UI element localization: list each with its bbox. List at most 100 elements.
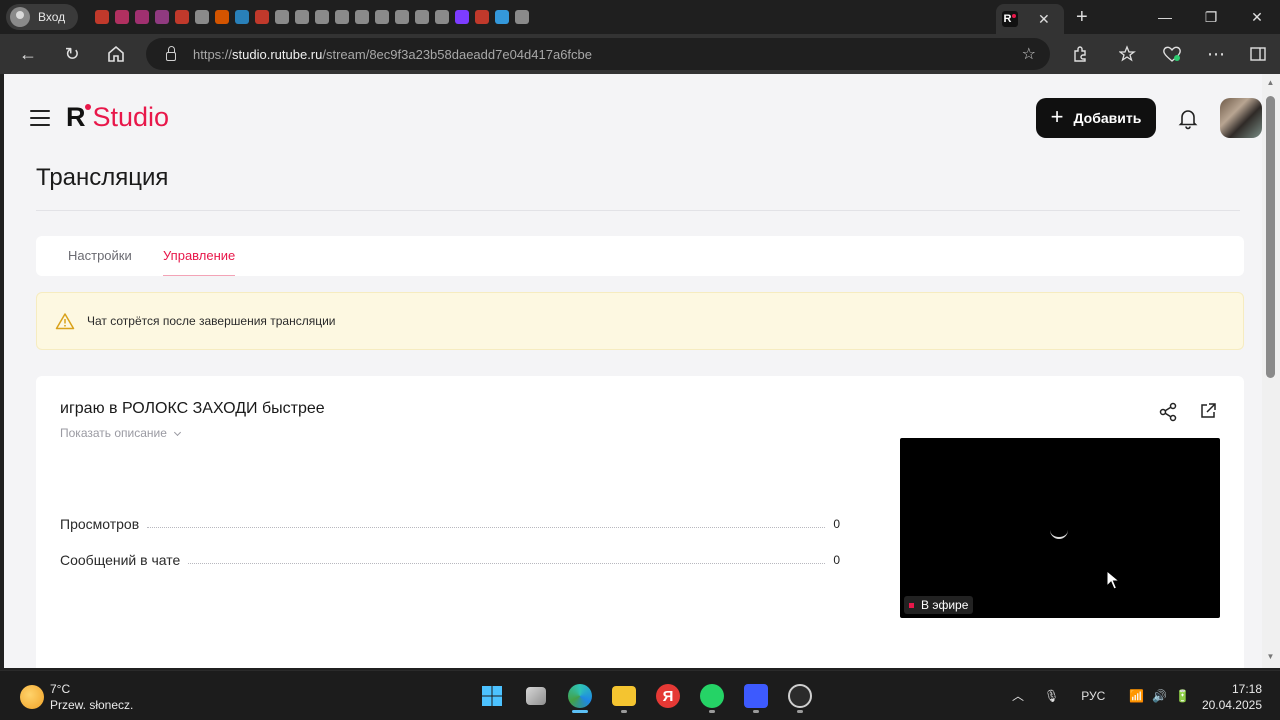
taskbar-roblox[interactable]: [734, 679, 778, 713]
browser-tab-14[interactable]: [352, 0, 371, 34]
tab-favicon-icon: [494, 10, 509, 24]
taskbar-obs[interactable]: [778, 679, 822, 713]
browser-tab-4[interactable]: [152, 0, 171, 34]
hamburger-menu-icon[interactable]: [30, 110, 50, 126]
scrollbar-thumb[interactable]: [1266, 96, 1275, 378]
reload-icon[interactable]: ↻: [60, 42, 84, 66]
minimize-button[interactable]: —: [1142, 0, 1188, 34]
add-button-label: Добавить: [1073, 110, 1142, 126]
roblox-icon: [744, 684, 768, 708]
open-external-icon[interactable]: [1199, 402, 1217, 420]
active-browser-tab[interactable]: R ✕: [996, 4, 1064, 34]
folder-icon: [612, 686, 636, 706]
taskbar-whatsapp[interactable]: [690, 679, 734, 713]
alert-text: Чат сотрётся после завершения трансляции: [87, 314, 336, 328]
mouse-cursor-icon: [1106, 570, 1120, 590]
wifi-icon[interactable]: 📶: [1129, 689, 1144, 703]
browser-tab-5[interactable]: [172, 0, 191, 34]
tab-favicon-icon: [374, 10, 389, 24]
tab-close-icon[interactable]: ✕: [1038, 11, 1050, 28]
tab-favicon-icon: [114, 10, 129, 24]
home-icon[interactable]: [104, 42, 128, 66]
close-window-button[interactable]: ✕: [1234, 0, 1280, 34]
new-tab-button[interactable]: +: [1076, 6, 1088, 29]
add-button[interactable]: + Добавить: [1036, 98, 1156, 138]
more-menu-icon[interactable]: ⋯: [1204, 42, 1228, 66]
taskbar-file-explorer[interactable]: [602, 679, 646, 713]
windows-taskbar: 7°C Przew. słonecz. Я ︿ 🎙 РУС 📶 🔊 🔋 17:1…: [0, 670, 1280, 720]
scroll-up-arrow-icon[interactable]: ▲: [1266, 78, 1275, 87]
taskbar-edge[interactable]: [558, 679, 602, 713]
back-arrow-icon[interactable]: ←: [16, 42, 40, 66]
edge-icon: [568, 684, 592, 708]
windows-logo-icon: [482, 686, 502, 706]
language-indicator[interactable]: РУС: [1081, 689, 1105, 703]
browser-tab-17[interactable]: [412, 0, 431, 34]
volume-icon[interactable]: 🔊: [1152, 689, 1167, 703]
warning-icon: [55, 313, 75, 330]
taskbar-yandex-browser[interactable]: Я: [646, 679, 690, 713]
microphone-icon[interactable]: 🎙: [1044, 689, 1059, 703]
browser-tab-12[interactable]: [312, 0, 331, 34]
browser-tab-18[interactable]: [432, 0, 451, 34]
title-divider: [36, 210, 1240, 211]
address-bar[interactable]: https://studio.rutube.ru/stream/8ec9f3a2…: [146, 38, 1050, 70]
tab-favicon-icon: [134, 10, 149, 24]
extensions-icon[interactable]: [1068, 42, 1092, 66]
user-avatar[interactable]: [1220, 98, 1262, 138]
taskbar-clock[interactable]: 17:18 20.04.2025: [1198, 681, 1262, 713]
browser-tab-1[interactable]: [92, 0, 111, 34]
tab-favicon-icon: [474, 10, 489, 24]
favorites-icon[interactable]: [1116, 42, 1140, 66]
browser-tab-19[interactable]: [452, 0, 471, 34]
tab-favicon-icon: [274, 10, 289, 24]
browser-tab-9[interactable]: [252, 0, 271, 34]
share-icon[interactable]: [1158, 402, 1178, 422]
tab-settings[interactable]: Настройки: [68, 248, 132, 263]
tray-overflow-chevron-icon[interactable]: ︿: [1012, 687, 1024, 704]
task-view-button[interactable]: [514, 679, 558, 713]
browser-tab-2[interactable]: [112, 0, 131, 34]
tab-favicon-icon: [154, 10, 169, 24]
browser-tab-20[interactable]: [472, 0, 491, 34]
start-button[interactable]: [470, 679, 514, 713]
tab-management[interactable]: Управление: [163, 248, 236, 276]
scroll-down-arrow-icon[interactable]: ▼: [1266, 652, 1275, 661]
browser-tab-22[interactable]: [512, 0, 531, 34]
sidebar-toggle-icon[interactable]: [1246, 42, 1270, 66]
weather-widget[interactable]: 7°C Przew. słonecz.: [20, 681, 133, 713]
lock-icon[interactable]: [166, 45, 176, 61]
browser-tab-21[interactable]: [492, 0, 511, 34]
show-description-toggle[interactable]: Показать описание: [60, 426, 181, 440]
battery-icon[interactable]: 🔋: [1175, 689, 1190, 703]
tab-favicon-icon: [334, 10, 349, 24]
tab-favicon-icon: [194, 10, 209, 24]
profile-avatar-icon: [10, 7, 30, 27]
browser-tab-8[interactable]: [232, 0, 251, 34]
tab-favicon-icon: [174, 10, 189, 24]
tab-favicon-icon: [314, 10, 329, 24]
browser-tab-6[interactable]: [192, 0, 211, 34]
stream-preview-player[interactable]: В эфире: [900, 438, 1220, 618]
page-scrollbar[interactable]: ▲ ▼: [1262, 74, 1280, 668]
browser-tab-10[interactable]: [272, 0, 291, 34]
browser-tab-16[interactable]: [392, 0, 411, 34]
restore-button[interactable]: ❐: [1188, 0, 1234, 34]
weather-temp: 7°C: [50, 682, 71, 696]
rutube-studio-logo[interactable]: R Studio: [66, 102, 169, 133]
browser-tab-3[interactable]: [132, 0, 151, 34]
favorite-star-icon[interactable]: ☆: [1022, 44, 1036, 64]
live-badge: В эфире: [904, 596, 974, 614]
browser-profile-button[interactable]: Вход: [6, 4, 78, 30]
weather-desc: Przew. słonecz.: [50, 698, 134, 712]
browser-essentials-icon[interactable]: [1160, 42, 1184, 66]
notifications-bell-icon[interactable]: [1176, 106, 1200, 130]
tab-favicon-icon: [514, 10, 529, 24]
stream-title: играю в РОЛОКС ЗАХОДИ быстрее: [60, 400, 325, 417]
tab-favicon-icon: [434, 10, 449, 24]
browser-tab-11[interactable]: [292, 0, 311, 34]
browser-tab-15[interactable]: [372, 0, 391, 34]
browser-tab-7[interactable]: [212, 0, 231, 34]
browser-tab-13[interactable]: [332, 0, 351, 34]
browser-toolbar: ← ↻ https://studio.rutube.ru/stream/8ec9…: [0, 34, 1280, 74]
